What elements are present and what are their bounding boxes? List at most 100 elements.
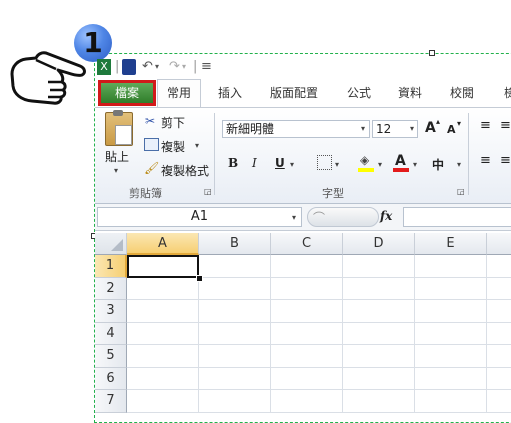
cell[interactable]: [199, 367, 271, 390]
underline-button[interactable]: U: [275, 156, 285, 170]
name-box-dropdown-icon[interactable]: ▾: [292, 213, 296, 222]
copy-dropdown-icon[interactable]: ▾: [195, 141, 199, 150]
cell[interactable]: [415, 322, 487, 345]
cell[interactable]: [271, 345, 343, 368]
align-top-icon[interactable]: ≡: [480, 118, 491, 133]
column-header-a[interactable]: A: [127, 233, 199, 255]
cell[interactable]: [199, 345, 271, 368]
font-color-button[interactable]: A: [395, 153, 406, 169]
cell[interactable]: [127, 277, 199, 300]
cell[interactable]: [127, 322, 199, 345]
paste-icon[interactable]: [105, 110, 133, 146]
cell[interactable]: [415, 367, 487, 390]
row-header-1[interactable]: 1: [95, 255, 127, 278]
font-size-dropdown-icon[interactable]: ▾: [410, 124, 414, 133]
cell[interactable]: [127, 390, 199, 413]
cell[interactable]: [487, 390, 511, 413]
tab-insert[interactable]: 插入: [215, 82, 245, 104]
cell[interactable]: [271, 322, 343, 345]
column-header-f[interactable]: [487, 233, 511, 255]
cell[interactable]: [271, 367, 343, 390]
cell[interactable]: [487, 300, 511, 323]
cell[interactable]: [343, 322, 415, 345]
cell[interactable]: [487, 345, 511, 368]
cell[interactable]: [127, 367, 199, 390]
copy-button[interactable]: 複製: [161, 138, 185, 155]
shrink-font-button[interactable]: A: [447, 123, 456, 136]
undo-dropdown-icon[interactable]: ▾: [155, 59, 159, 75]
cell[interactable]: [343, 255, 415, 278]
excel-app-icon[interactable]: X: [97, 59, 111, 75]
tab-page-layout[interactable]: 版面配置: [268, 82, 320, 104]
cell[interactable]: [487, 255, 511, 278]
cell[interactable]: [487, 367, 511, 390]
cell[interactable]: [415, 277, 487, 300]
undo-icon[interactable]: ↶: [142, 59, 153, 75]
font-name-combo[interactable]: 新細明體: [222, 120, 370, 138]
tab-view[interactable]: 檢: [500, 82, 511, 104]
redo-dropdown-icon[interactable]: ▾: [182, 59, 186, 75]
cell[interactable]: [343, 345, 415, 368]
row-header-4[interactable]: 4: [95, 322, 127, 345]
row-header-2[interactable]: 2: [95, 277, 127, 300]
cell[interactable]: [415, 390, 487, 413]
align-left-icon[interactable]: ≡: [480, 153, 491, 168]
row-header-3[interactable]: 3: [95, 300, 127, 323]
cell[interactable]: [127, 345, 199, 368]
cell[interactable]: [271, 255, 343, 278]
cell[interactable]: [199, 255, 271, 278]
row-header-5[interactable]: 5: [95, 345, 127, 368]
cell[interactable]: [415, 300, 487, 323]
cut-button[interactable]: 剪下: [161, 114, 185, 131]
clipboard-dialog-launcher-icon[interactable]: ◲: [204, 187, 212, 196]
cell[interactable]: [271, 390, 343, 413]
cell[interactable]: [199, 390, 271, 413]
font-dialog-launcher-icon[interactable]: ◲: [457, 187, 465, 196]
tab-file[interactable]: 檔案: [98, 80, 156, 106]
tab-review[interactable]: 校閱: [447, 82, 477, 104]
insert-function-button[interactable]: fx: [380, 209, 392, 223]
customize-toolbar-icon[interactable]: ≡: [201, 59, 212, 75]
column-header-e[interactable]: E: [415, 233, 487, 255]
grow-font-button[interactable]: A: [425, 120, 436, 136]
redo-icon[interactable]: ↷: [169, 59, 180, 75]
formula-input[interactable]: [403, 207, 511, 227]
fill-handle[interactable]: [196, 274, 203, 282]
cell[interactable]: [415, 255, 487, 278]
align-middle-icon[interactable]: ≡: [500, 118, 511, 133]
bold-button[interactable]: B: [228, 156, 238, 170]
borders-icon[interactable]: [317, 155, 332, 170]
phonetic-dropdown-icon[interactable]: ▾: [457, 160, 461, 169]
save-icon[interactable]: [122, 59, 136, 75]
column-header-b[interactable]: B: [199, 233, 271, 255]
column-header-d[interactable]: D: [343, 233, 415, 255]
fill-color-dropdown-icon[interactable]: ▾: [378, 160, 382, 169]
name-box[interactable]: A1: [97, 207, 302, 227]
paste-dropdown-icon[interactable]: ▾: [114, 166, 118, 175]
row-header-6[interactable]: 6: [95, 367, 127, 390]
tab-data[interactable]: 資料: [395, 82, 425, 104]
cell[interactable]: [271, 300, 343, 323]
cell[interactable]: [199, 322, 271, 345]
tab-home[interactable]: 常用: [157, 79, 201, 107]
tab-formulas[interactable]: 公式: [344, 82, 374, 104]
cell[interactable]: [199, 277, 271, 300]
active-cell-a1[interactable]: [127, 255, 199, 278]
cell[interactable]: [127, 300, 199, 323]
cell[interactable]: [199, 300, 271, 323]
paste-button[interactable]: 貼上: [105, 148, 129, 165]
cell[interactable]: [343, 367, 415, 390]
format-painter-button[interactable]: 複製格式: [161, 162, 209, 179]
formula-expand-icon[interactable]: ⌒: [313, 209, 325, 226]
cell[interactable]: [271, 277, 343, 300]
fill-color-icon[interactable]: ◈: [360, 153, 369, 167]
cell[interactable]: [343, 300, 415, 323]
underline-dropdown-icon[interactable]: ▾: [290, 160, 294, 169]
cell[interactable]: [343, 390, 415, 413]
align-center-icon[interactable]: ≡: [500, 153, 511, 168]
cell[interactable]: [487, 277, 511, 300]
font-color-dropdown-icon[interactable]: ▾: [413, 160, 417, 169]
row-header-7[interactable]: 7: [95, 390, 127, 413]
cell[interactable]: [343, 277, 415, 300]
column-header-c[interactable]: C: [271, 233, 343, 255]
